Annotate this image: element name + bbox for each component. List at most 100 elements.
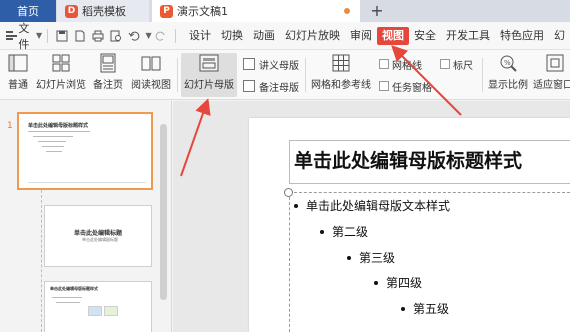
resize-handle[interactable] — [284, 188, 293, 197]
gridlines-checkbox[interactable]: 网格线 — [379, 56, 422, 72]
presentation-logo-icon: P — [160, 4, 173, 18]
menu-view[interactable]: 视图 — [377, 26, 409, 45]
handout-master-icon — [243, 58, 255, 70]
normal-view-button[interactable]: 普通 — [4, 53, 32, 97]
normal-view-label: 普通 — [8, 80, 28, 91]
chevron-down-icon: ▼ — [36, 31, 43, 40]
print-icon[interactable] — [92, 29, 104, 43]
menu-bar: 文件 ▼ ▼ 设计 切换 动画 幻灯片放映 审阅 视图 安全 开发工具 特色应用… — [0, 20, 570, 52]
tab-document[interactable]: P 演示文稿1 — [152, 0, 360, 22]
reading-view-label: 阅读视图 — [131, 80, 171, 91]
thumb1-line — [28, 131, 90, 132]
thumb2-title: 单击此处编辑标题 — [74, 230, 123, 237]
thumb3-title: 单击此处编辑母版标题样式 — [50, 286, 98, 291]
bullet-icon — [374, 280, 378, 285]
notes-page-icon — [98, 53, 118, 73]
reading-view-icon — [141, 53, 161, 73]
tab-home-label: 首页 — [17, 5, 39, 18]
bullet-icon — [347, 255, 351, 260]
tab-template-label: 稻壳模板 — [82, 5, 126, 18]
fit-window-button[interactable]: 适应窗口 — [533, 53, 570, 97]
ribbon-view: 普通 幻灯片浏览 备注页 阅读视图 幻灯片母版 讲义母版 备注母版 网格和参考线… — [0, 50, 570, 100]
handout-master-button[interactable]: 讲义母版 — [243, 56, 299, 72]
ruler-label: 标尺 — [453, 60, 473, 72]
undo-icon[interactable] — [128, 29, 140, 43]
thumb3-line — [52, 297, 82, 298]
menu-design[interactable]: 设计 — [184, 27, 216, 45]
notes-page-label: 备注页 — [93, 80, 123, 91]
handout-master-label: 讲义母版 — [259, 60, 299, 72]
thumb1-footer — [28, 182, 146, 183]
text-level-4: 第四级 — [374, 274, 422, 291]
bullet-icon — [401, 306, 405, 311]
notes-master-label: 备注母版 — [259, 82, 299, 94]
slide-master-label: 幻灯片母版 — [184, 80, 234, 91]
menu-review[interactable]: 审阅 — [345, 27, 377, 45]
menu-slideshow[interactable]: 幻灯片放映 — [280, 27, 345, 45]
reading-view-button[interactable]: 阅读视图 — [129, 53, 173, 97]
menu-overflow[interactable]: 幻 — [549, 27, 570, 45]
grid-icon — [331, 53, 351, 73]
notes-master-button[interactable]: 备注母版 — [243, 78, 299, 94]
text-level-4-label: 第四级 — [386, 276, 423, 290]
redo-icon[interactable] — [155, 29, 167, 43]
thumb1-title: 单击此处编辑母版标题样式 — [28, 123, 89, 129]
menu-items: 设计 切换 动画 幻灯片放映 审阅 视图 安全 开发工具 特色应用 幻 — [184, 26, 570, 45]
divider — [177, 58, 178, 92]
slide-number: 1 — [7, 121, 13, 131]
save-icon[interactable] — [56, 29, 68, 43]
zoom-ratio-label: 显示比例 — [488, 80, 528, 91]
thumb1-line — [46, 151, 62, 152]
notes-page-button[interactable]: 备注页 — [90, 53, 126, 97]
thumbnail-scrollbar[interactable] — [160, 124, 167, 300]
file-menu[interactable]: 文件 ▼ — [6, 20, 42, 52]
divider — [305, 58, 306, 92]
docer-logo-icon: D — [65, 4, 78, 18]
slide-sorter-icon — [51, 53, 71, 73]
tab-template[interactable]: D 稻壳模板 — [57, 0, 149, 22]
text-level-1: 单击此处编辑母版文本样式 — [294, 197, 450, 214]
zoom-icon: % — [498, 53, 518, 73]
menu-security[interactable]: 安全 — [409, 27, 441, 45]
thumb1-line — [33, 136, 73, 137]
gridlines-label: 网格线 — [392, 60, 422, 72]
ruler-checkbox[interactable]: 标尺 — [440, 56, 473, 72]
print-preview-icon[interactable] — [110, 29, 122, 43]
text-level-1-label: 单击此处编辑母版文本样式 — [306, 199, 451, 213]
text-level-5-label: 第五级 — [413, 302, 450, 316]
thumb3-placeholder-icon — [104, 306, 118, 316]
thumb2-subtitle: 单击此处编辑副标题 — [82, 237, 118, 242]
text-level-3-label: 第三级 — [359, 251, 396, 265]
bullet-icon — [320, 229, 324, 234]
thumb3-line — [56, 302, 80, 303]
fit-window-label: 适应窗口 — [533, 80, 570, 91]
thumb1-line — [38, 141, 66, 142]
zoom-ratio-button[interactable]: % 显示比例 — [486, 53, 530, 97]
new-tab-button[interactable]: + — [368, 0, 386, 22]
divider — [482, 58, 483, 92]
grid-guides-label: 网格和参考线 — [311, 80, 371, 91]
thumb1-line — [42, 146, 64, 147]
text-level-2: 第二级 — [320, 223, 368, 240]
slide-master-button[interactable]: 幻灯片母版 — [181, 53, 237, 97]
menu-animation[interactable]: 动画 — [248, 27, 280, 45]
task-pane-checkbox[interactable]: 任务窗格 — [379, 78, 432, 94]
text-level-2-label: 第二级 — [332, 225, 369, 239]
menu-developer[interactable]: 开发工具 — [441, 27, 495, 45]
ruler-checkbox-box — [440, 59, 450, 69]
slide-browse-button[interactable]: 幻灯片浏览 — [34, 53, 88, 97]
unsaved-dot-icon — [344, 8, 350, 14]
menu-features[interactable]: 特色应用 — [495, 27, 549, 45]
undo-dropdown-icon[interactable]: ▼ — [146, 31, 152, 40]
fit-window-icon — [545, 53, 565, 73]
export-pdf-icon[interactable] — [74, 29, 86, 43]
task-pane-label: 任务窗格 — [392, 82, 432, 94]
thumb3-placeholder-icon — [88, 306, 102, 316]
slide-browse-label: 幻灯片浏览 — [36, 80, 86, 91]
grid-guides-button[interactable]: 网格和参考线 — [309, 53, 373, 97]
text-level-3: 第三级 — [347, 249, 395, 266]
gridlines-checkbox-box — [379, 59, 389, 69]
menu-transitions[interactable]: 切换 — [216, 27, 248, 45]
normal-view-icon — [8, 53, 28, 73]
tab-document-label: 演示文稿1 — [177, 5, 228, 18]
